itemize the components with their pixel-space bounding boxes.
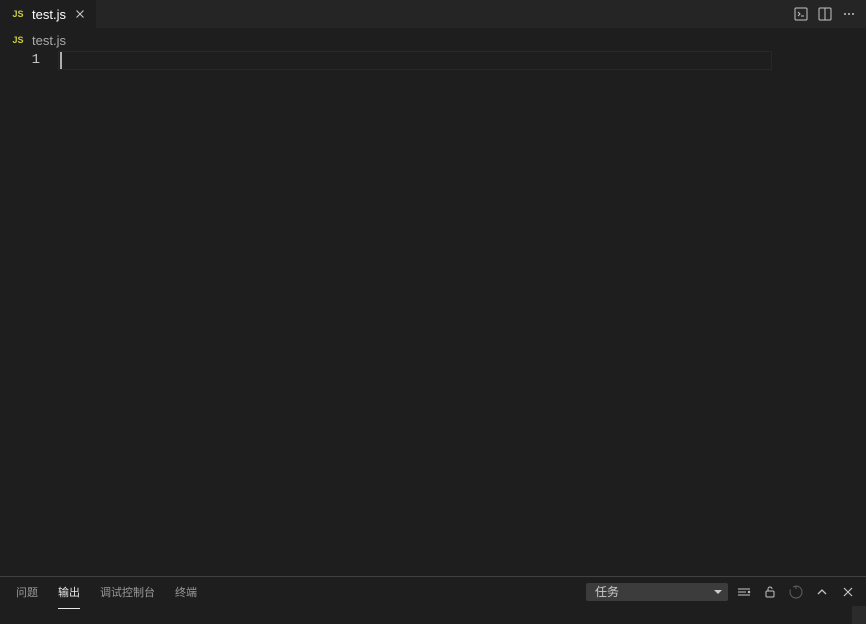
panel-actions: 任务 [586,582,858,602]
js-file-icon: JS [10,32,26,48]
current-line-highlight [58,51,772,70]
close-icon [73,7,87,21]
output-body[interactable] [0,606,866,624]
file-icon [788,584,804,600]
maximize-panel-button[interactable] [812,582,832,602]
tab-bar: JS test.js [0,0,866,29]
clear-output-button[interactable] [734,582,754,602]
minimap[interactable] [838,51,852,576]
breadcrumb-label: test.js [32,33,66,48]
clear-icon [736,584,752,600]
editor-scrollbar[interactable] [852,51,866,576]
scroll-lock-button[interactable] [760,582,780,602]
more-actions-button[interactable] [838,3,860,25]
line-number: 1 [0,51,40,70]
editor-tab[interactable]: JS test.js [0,0,97,28]
tab-output[interactable]: 输出 [48,580,90,604]
code-area[interactable] [58,51,838,576]
panel-scrollbar[interactable] [852,606,866,624]
tab-terminal[interactable]: 终端 [165,580,207,604]
close-panel-button[interactable] [838,582,858,602]
tab-debug-console[interactable]: 调试控制台 [90,580,165,604]
bottom-panel: 问题 输出 调试控制台 终端 任务 [0,576,866,624]
breadcrumb[interactable]: JS test.js [0,29,866,51]
output-icon [793,6,809,22]
close-icon [840,584,856,600]
output-channel-select[interactable]: 任务 [586,583,728,601]
text-cursor [60,52,62,69]
open-log-button [786,582,806,602]
split-editor-button[interactable] [814,3,836,25]
chevron-up-icon [814,584,830,600]
tabs-container: JS test.js [0,0,97,28]
panel-header: 问题 输出 调试控制台 终端 任务 [0,577,866,606]
panel-tabs: 问题 输出 调试控制台 终端 [6,580,207,604]
ellipsis-icon [841,6,857,22]
tab-problems[interactable]: 问题 [6,580,48,604]
unlock-icon [762,584,778,600]
split-icon [817,6,833,22]
editor-actions [790,3,866,25]
line-gutter: 1 [0,51,58,576]
js-file-icon: JS [10,6,26,22]
close-tab-button[interactable] [72,6,88,22]
editor-area: 1 [0,51,866,576]
run-file-button[interactable] [790,3,812,25]
task-select-wrap: 任务 [586,583,728,601]
tab-label: test.js [32,7,66,22]
